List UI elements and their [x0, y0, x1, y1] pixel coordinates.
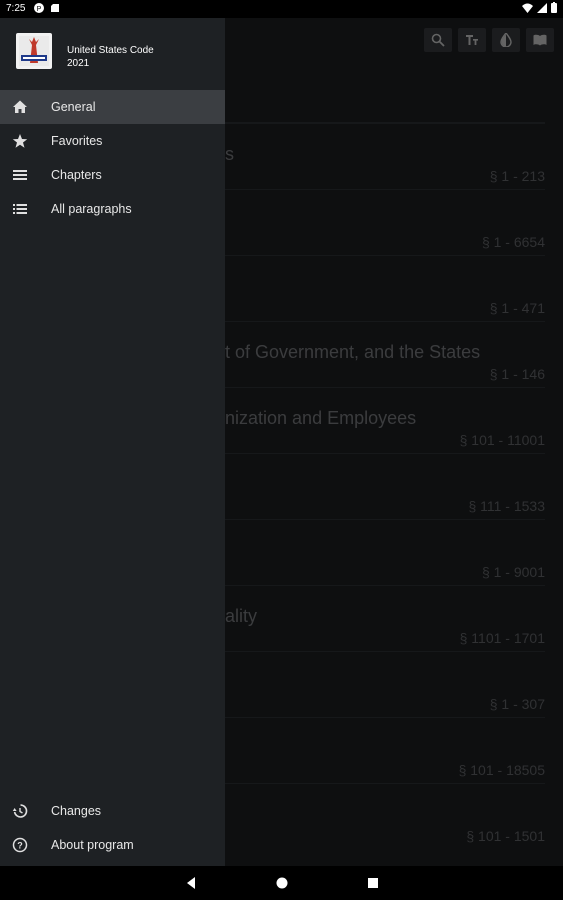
status-right-icons — [522, 2, 557, 13]
drawer-item-label: About program — [51, 838, 134, 852]
list-icon — [13, 204, 27, 214]
drawer-item-changes[interactable]: Changes — [0, 794, 225, 828]
status-time: 7:25 — [6, 3, 26, 14]
drawer-item-label: Chapters — [51, 168, 102, 182]
app-logo — [16, 33, 52, 69]
drawer-item-chapters[interactable]: Chapters — [0, 158, 225, 192]
help-icon: ? — [12, 837, 28, 853]
recents-icon[interactable] — [366, 876, 380, 890]
drawer-item-label: Favorites — [51, 134, 103, 148]
drawer-scrim[interactable] — [225, 18, 563, 866]
notification-icon: P — [34, 3, 44, 13]
home-button-icon[interactable] — [275, 876, 289, 890]
drawer-item-general[interactable]: General — [0, 90, 225, 124]
drawer-header: United States Code 2021 — [0, 18, 225, 88]
svg-text:?: ? — [17, 841, 23, 851]
app-name: United States Code 2021 — [67, 44, 154, 70]
drawer-item-all-paragraphs[interactable]: All paragraphs — [0, 192, 225, 226]
app-name-title: United States Code — [67, 45, 154, 56]
drawer-item-about-program[interactable]: ? About program — [0, 828, 225, 862]
sdcard-icon — [51, 4, 59, 12]
home-icon — [13, 100, 27, 113]
drawer-item-label: General — [51, 100, 96, 114]
statue-of-liberty-logo-icon — [19, 36, 49, 66]
wifi-icon — [522, 3, 533, 13]
app-name-year: 2021 — [67, 58, 90, 69]
svg-text:P: P — [37, 6, 42, 13]
drawer-item-label: All paragraphs — [51, 202, 132, 216]
back-icon[interactable] — [184, 876, 198, 890]
signal-icon — [537, 2, 547, 13]
system-nav-bar — [0, 866, 563, 900]
star-icon — [12, 134, 28, 148]
status-bar: 7:25 P — [0, 0, 563, 18]
drawer-item-favorites[interactable]: Favorites — [0, 124, 225, 158]
drawer-item-label: Changes — [51, 804, 102, 818]
battery-icon — [551, 2, 557, 13]
history-icon — [12, 804, 28, 818]
menu-icon — [13, 170, 27, 180]
navigation-drawer: United States Code 2021 General Favorite… — [0, 18, 225, 866]
